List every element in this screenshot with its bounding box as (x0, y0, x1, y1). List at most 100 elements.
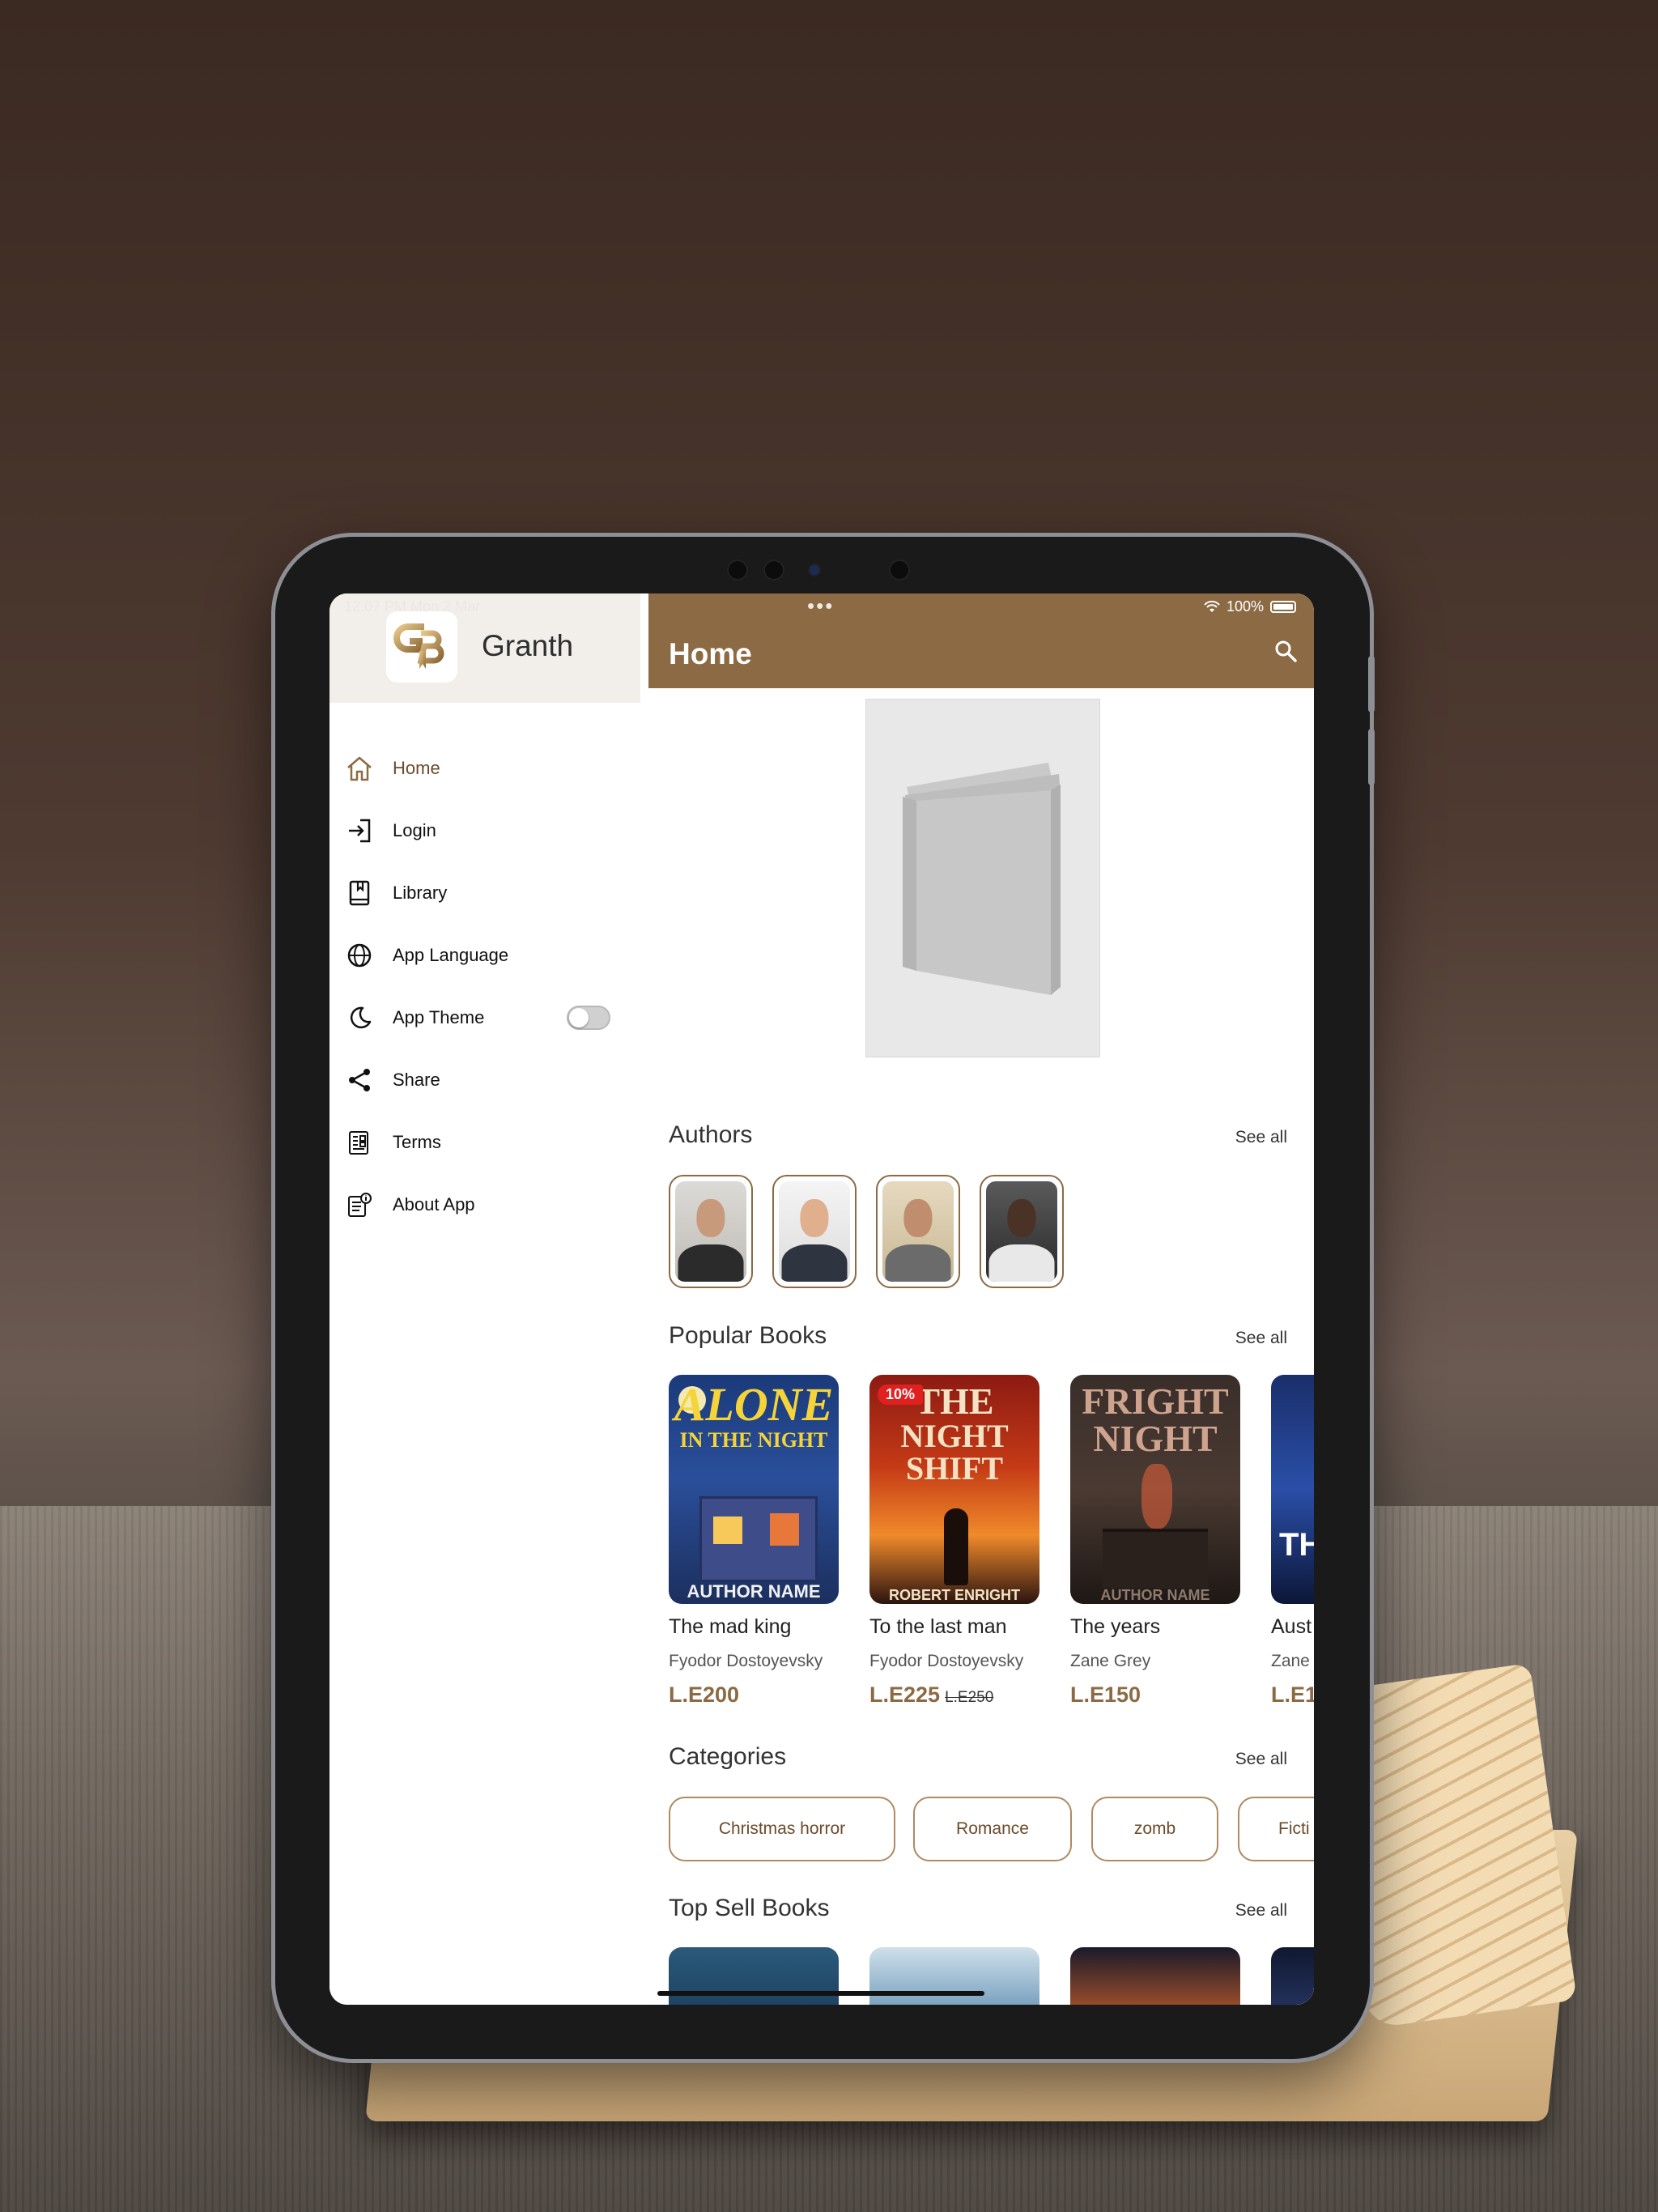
author-avatar[interactable] (980, 1175, 1064, 1288)
book-title: The years (1070, 1615, 1161, 1638)
cabin-graphic (1103, 1529, 1208, 1589)
top-sell-book-cover[interactable] (669, 1947, 839, 2005)
book-price: L.E200 (669, 1682, 839, 1708)
see-all-popular-link[interactable]: See all (1235, 1329, 1287, 1348)
home-icon (344, 753, 375, 784)
book-title: To the last man (869, 1615, 1007, 1638)
camera-dot (765, 561, 783, 579)
status-time: 12:07 PM Mon 2 Mar (344, 598, 481, 615)
author-head (1007, 1199, 1036, 1238)
window-graphic (713, 1516, 742, 1544)
smoke-graphic (1141, 1464, 1172, 1529)
current-price: L.E1 (1271, 1682, 1314, 1707)
menu-label: Share (393, 1069, 440, 1090)
about-icon (344, 1189, 375, 1220)
featured-banner-placeholder[interactable] (865, 699, 1100, 1057)
cover-title: TH (1279, 1527, 1314, 1563)
book-cover: ALONE IN THE NIGHT AUTHOR NAME (669, 1375, 839, 1604)
category-chip[interactable]: zomb (1091, 1797, 1218, 1861)
book-title: Aust (1271, 1615, 1312, 1638)
menu-label: Home (393, 757, 440, 778)
author-head (903, 1199, 933, 1238)
top-sell-book-cover[interactable] (1271, 1947, 1314, 2005)
book-price: L.E225 L.E250 (869, 1682, 1039, 1708)
camera-dot (891, 561, 908, 579)
granth-logo-icon (393, 623, 444, 669)
menu-item-home[interactable]: Home (329, 737, 640, 799)
menu-item-about-app[interactable]: About App (329, 1173, 640, 1236)
category-chip[interactable]: Ficti (1238, 1797, 1314, 1861)
menu-label: App Theme (393, 1006, 485, 1027)
menu-item-library[interactable]: Library (329, 861, 640, 924)
drawer-menu: Home Login Library App Language App Them… (329, 737, 640, 1236)
original-price: L.E250 (945, 1689, 994, 1706)
book-card[interactable]: THE NIGHT SHIFT ROBERT ENRIGHT 10% To th… (869, 1375, 1039, 1708)
author-body (885, 1244, 951, 1282)
section-title-popular-books: Popular Books (669, 1322, 827, 1349)
menu-label: Library (393, 882, 448, 903)
author-avatar[interactable] (772, 1175, 857, 1288)
author-avatar[interactable] (669, 1175, 753, 1288)
book-card[interactable]: TH Aust Zane L.E1 (1271, 1375, 1314, 1708)
search-icon[interactable] (1273, 639, 1298, 663)
cover-title: ALONE (674, 1378, 834, 1431)
wifi-icon (1204, 600, 1220, 612)
book-price: L.E150 (1070, 1682, 1240, 1708)
book-placeholder-icon (903, 763, 1061, 995)
current-price: L.E225 (869, 1682, 941, 1707)
top-sell-book-cover[interactable] (869, 1947, 1039, 2005)
main-content: Home Authors See all Popular Books See a… (648, 593, 1314, 2005)
book-card[interactable]: ALONE IN THE NIGHT AUTHOR NAME The mad k… (669, 1375, 839, 1708)
author-body (678, 1244, 744, 1282)
see-all-top-sell-link[interactable]: See all (1235, 1901, 1287, 1921)
author-head (696, 1199, 725, 1238)
cover-title: FRIGHT (1082, 1380, 1229, 1422)
current-price: L.E200 (669, 1682, 740, 1707)
see-all-authors-link[interactable]: See all (1235, 1128, 1287, 1147)
multitask-dots[interactable]: ••• (807, 593, 834, 619)
menu-item-share[interactable]: Share (329, 1049, 640, 1111)
theme-toggle[interactable] (567, 1005, 610, 1030)
battery-percent: 100% (1226, 598, 1264, 615)
cover-subtitle: IN THE NIGHT (679, 1428, 828, 1452)
app-logo (386, 611, 457, 683)
menu-label: Terms (393, 1131, 441, 1152)
menu-item-login[interactable]: Login (329, 799, 640, 861)
menu-item-terms[interactable]: Terms (329, 1111, 640, 1173)
section-title-top-sell-books: Top Sell Books (669, 1895, 830, 1921)
category-chip[interactable]: Romance (913, 1797, 1072, 1861)
see-all-categories-link[interactable]: See all (1235, 1750, 1287, 1769)
author-avatar[interactable] (876, 1175, 960, 1288)
home-indicator[interactable] (657, 1991, 984, 1996)
cover-author: ROBERT ENRIGHT (889, 1587, 1020, 1603)
cover-subtitle: NIGHT (1093, 1418, 1218, 1459)
app-name: Granth (482, 629, 574, 662)
share-icon (344, 1065, 375, 1095)
book-author: Zane (1271, 1652, 1310, 1670)
book-cover: TH (1271, 1375, 1314, 1604)
top-sell-book-cover[interactable] (1070, 1947, 1240, 2005)
login-icon (344, 815, 375, 846)
toggle-knob (569, 1007, 589, 1027)
book-title: The mad king (669, 1615, 792, 1638)
status-right: 100% (1204, 598, 1296, 615)
section-title-authors: Authors (669, 1121, 753, 1148)
current-price: L.E150 (1070, 1682, 1141, 1707)
book-card[interactable]: FRIGHT NIGHT AUTHOR NAME The years Zane … (1070, 1375, 1240, 1708)
cover-subtitle: NIGHT SHIFT (900, 1418, 1009, 1487)
book-author: Fyodor Dostoyevsky (669, 1652, 823, 1670)
camera-dot (729, 561, 746, 579)
book-author: Zane Grey (1070, 1652, 1151, 1670)
author-body (988, 1244, 1055, 1282)
menu-item-app-language[interactable]: App Language (329, 924, 640, 986)
menu-label: Login (393, 819, 436, 840)
figure-graphic (944, 1508, 968, 1585)
category-chip[interactable]: Christmas horror (669, 1797, 895, 1861)
terms-icon (344, 1127, 375, 1158)
moon-icon (344, 1002, 375, 1033)
battery-icon (1270, 601, 1296, 613)
page-title: Home (669, 637, 752, 670)
app-screen: 12:07 PM Mon 2 Mar ••• 100% Granth Home … (329, 593, 1314, 2005)
author-head (800, 1199, 829, 1238)
menu-item-app-theme[interactable]: App Theme (329, 986, 640, 1049)
